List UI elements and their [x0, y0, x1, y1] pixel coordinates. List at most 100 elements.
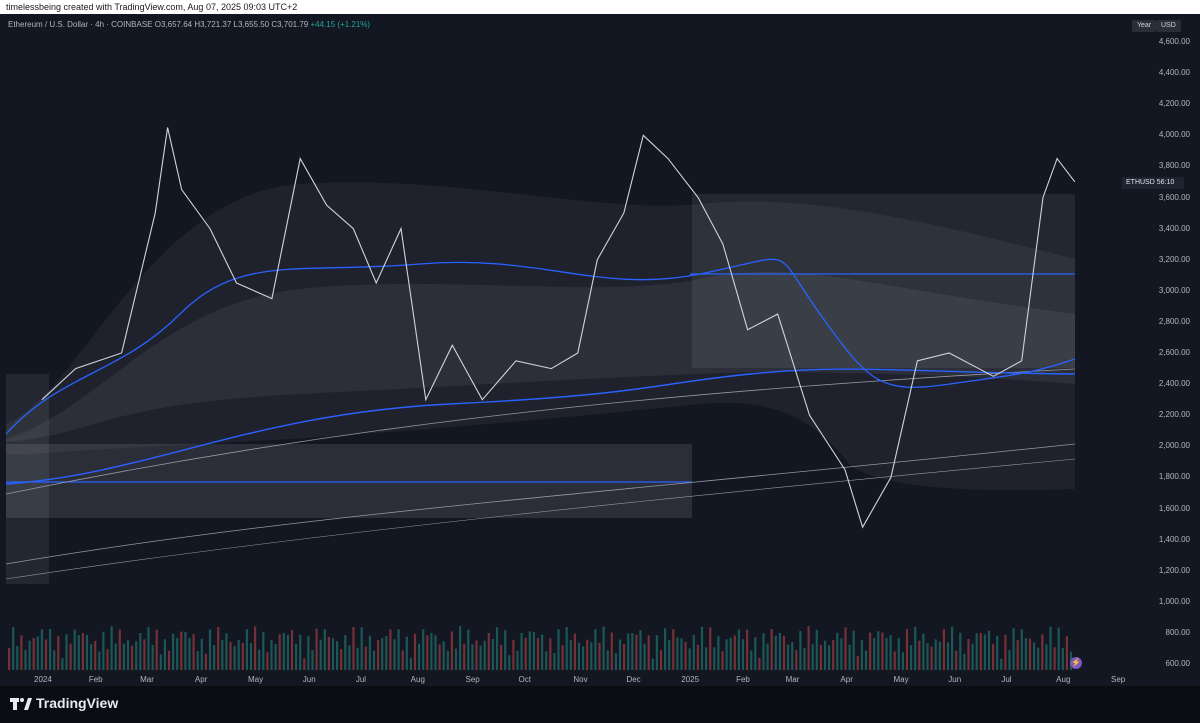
price-tick: 2,800.00: [1158, 316, 1190, 326]
volume-bar: [536, 637, 540, 670]
time-tick: Jun: [948, 675, 962, 684]
volume-bar: [8, 648, 11, 670]
volume-bar: [24, 649, 27, 670]
volume-bar: [577, 642, 581, 670]
volume-bar: [746, 629, 749, 670]
volume-bar: [586, 639, 589, 670]
volume-bar: [299, 634, 302, 670]
volume-bar: [487, 633, 490, 670]
chart-area[interactable]: Ethereum / U.S. Dollar · 4h · COINBASE O…: [0, 14, 1200, 686]
volume-bar: [778, 632, 781, 670]
volume-bar: [323, 629, 326, 670]
volume-bar: [1033, 642, 1036, 670]
volume-bar: [1061, 647, 1064, 670]
volume-bar: [438, 644, 441, 670]
volume-bar: [1008, 650, 1011, 670]
volume-bar: [951, 626, 954, 670]
volume-bar: [614, 653, 617, 670]
volume-bar: [823, 640, 827, 670]
volume-bar: [910, 645, 913, 670]
volume-bar: [549, 638, 552, 670]
close-value: 3,701.79: [277, 20, 309, 29]
volume-bar: [922, 633, 925, 670]
volume-bar: [454, 648, 458, 670]
volume-bar: [221, 639, 224, 670]
volume-bar: [524, 637, 527, 670]
price-tick: 1,200.00: [1158, 565, 1190, 575]
volume-bar: [979, 633, 982, 670]
volume-bar: [819, 644, 822, 670]
volume-bar: [426, 635, 429, 670]
volume-bar: [569, 640, 572, 670]
volume-bar: [889, 635, 892, 670]
volume-bar: [303, 658, 306, 670]
time-tick: Nov: [573, 675, 588, 684]
volume-bar: [1065, 636, 1068, 670]
volume-bar: [254, 626, 257, 670]
alert-flag-icon[interactable]: ⚡: [1070, 657, 1082, 669]
high-value: 3,721.37: [200, 20, 232, 29]
volume-bar: [106, 649, 109, 670]
volume-bar: [356, 647, 359, 670]
volume-bar: [791, 642, 794, 670]
volume-bar: [262, 632, 265, 670]
price-chart[interactable]: [0, 14, 1200, 686]
volume-bar: [893, 651, 896, 670]
volume-bar: [463, 643, 466, 670]
volume-bar: [229, 642, 232, 670]
volume-bar: [90, 644, 93, 670]
volume-bar: [483, 640, 486, 670]
volume-bar: [828, 645, 831, 670]
volume-bar: [782, 635, 786, 670]
volume-bar: [12, 627, 15, 670]
volume-bars: [8, 626, 1073, 670]
volume-bar: [327, 637, 330, 670]
volume-bar: [992, 643, 995, 670]
volume-bar: [1016, 640, 1019, 670]
volume-bar: [495, 627, 499, 670]
caption-text: timelessbeing created with TradingView.c…: [6, 2, 298, 12]
price-tick: 1,000.00: [1158, 596, 1190, 606]
volume-bar: [553, 653, 556, 670]
volume-bar: [676, 637, 679, 670]
volume-bar: [680, 638, 683, 670]
volume-bar: [422, 629, 425, 670]
volume-bar: [65, 634, 68, 670]
volume-bar: [807, 626, 810, 670]
volume-bar: [803, 648, 806, 670]
volume-bar: [286, 634, 289, 670]
volume-bar: [151, 644, 154, 670]
volume-bar: [942, 629, 945, 670]
price-tick: 1,600.00: [1158, 503, 1190, 513]
volume-bar: [479, 645, 482, 670]
volume-bar: [418, 643, 421, 670]
volume-bar: [405, 636, 408, 670]
time-tick: Feb: [88, 675, 103, 684]
volume-bar: [446, 650, 449, 670]
volume-bar: [1045, 644, 1048, 670]
volume-bar: [122, 643, 125, 670]
volume-bar: [319, 639, 322, 670]
volume-bar: [295, 643, 298, 670]
volume-bar: [377, 639, 380, 670]
open-value: 3,657.64: [160, 20, 193, 29]
volume-bar: [352, 627, 355, 670]
volume-bar: [770, 629, 773, 670]
volume-bar: [331, 638, 335, 670]
volume-bar: [360, 627, 363, 670]
volume-bar: [647, 635, 650, 670]
volume-bar: [200, 638, 203, 670]
volume-bar: [245, 629, 248, 670]
price-tick: 600.00: [1165, 659, 1190, 668]
volume-bar: [914, 626, 917, 670]
price-axis[interactable]: 4,600.00 4,400.00 4,200.00 4,000.00 3,800.00…: [1130, 14, 1200, 686]
volume-bar: [897, 638, 900, 670]
volume-bar: [139, 633, 142, 670]
price-tick: 2,000.00: [1158, 441, 1190, 451]
volume-bar: [717, 636, 720, 670]
volume-bar: [364, 646, 367, 670]
price-tick: 3,800.00: [1158, 161, 1190, 171]
time-tick: Apr: [194, 675, 208, 684]
volume-bar: [393, 639, 396, 670]
volume-bar: [733, 635, 736, 670]
